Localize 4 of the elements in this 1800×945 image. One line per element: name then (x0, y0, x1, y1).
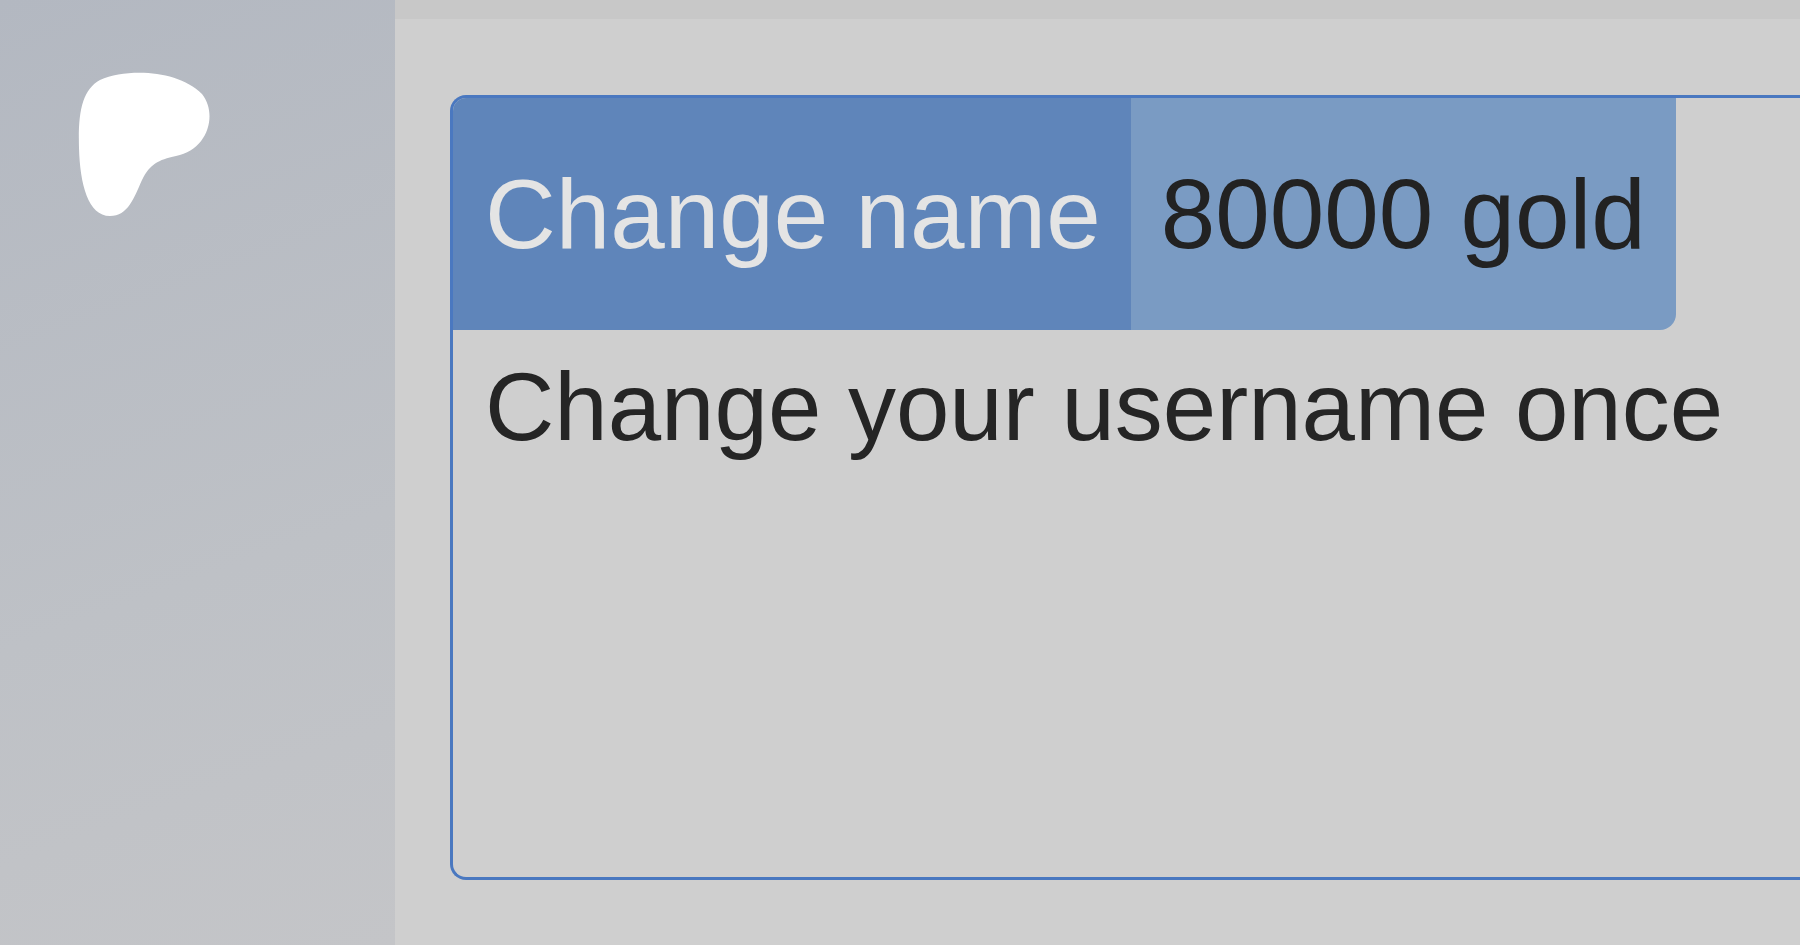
logo-icon (78, 72, 210, 216)
item-price: 80000 gold (1130, 98, 1676, 330)
item-title: Change name (453, 98, 1131, 330)
item-description: Change your username once (484, 352, 1725, 462)
